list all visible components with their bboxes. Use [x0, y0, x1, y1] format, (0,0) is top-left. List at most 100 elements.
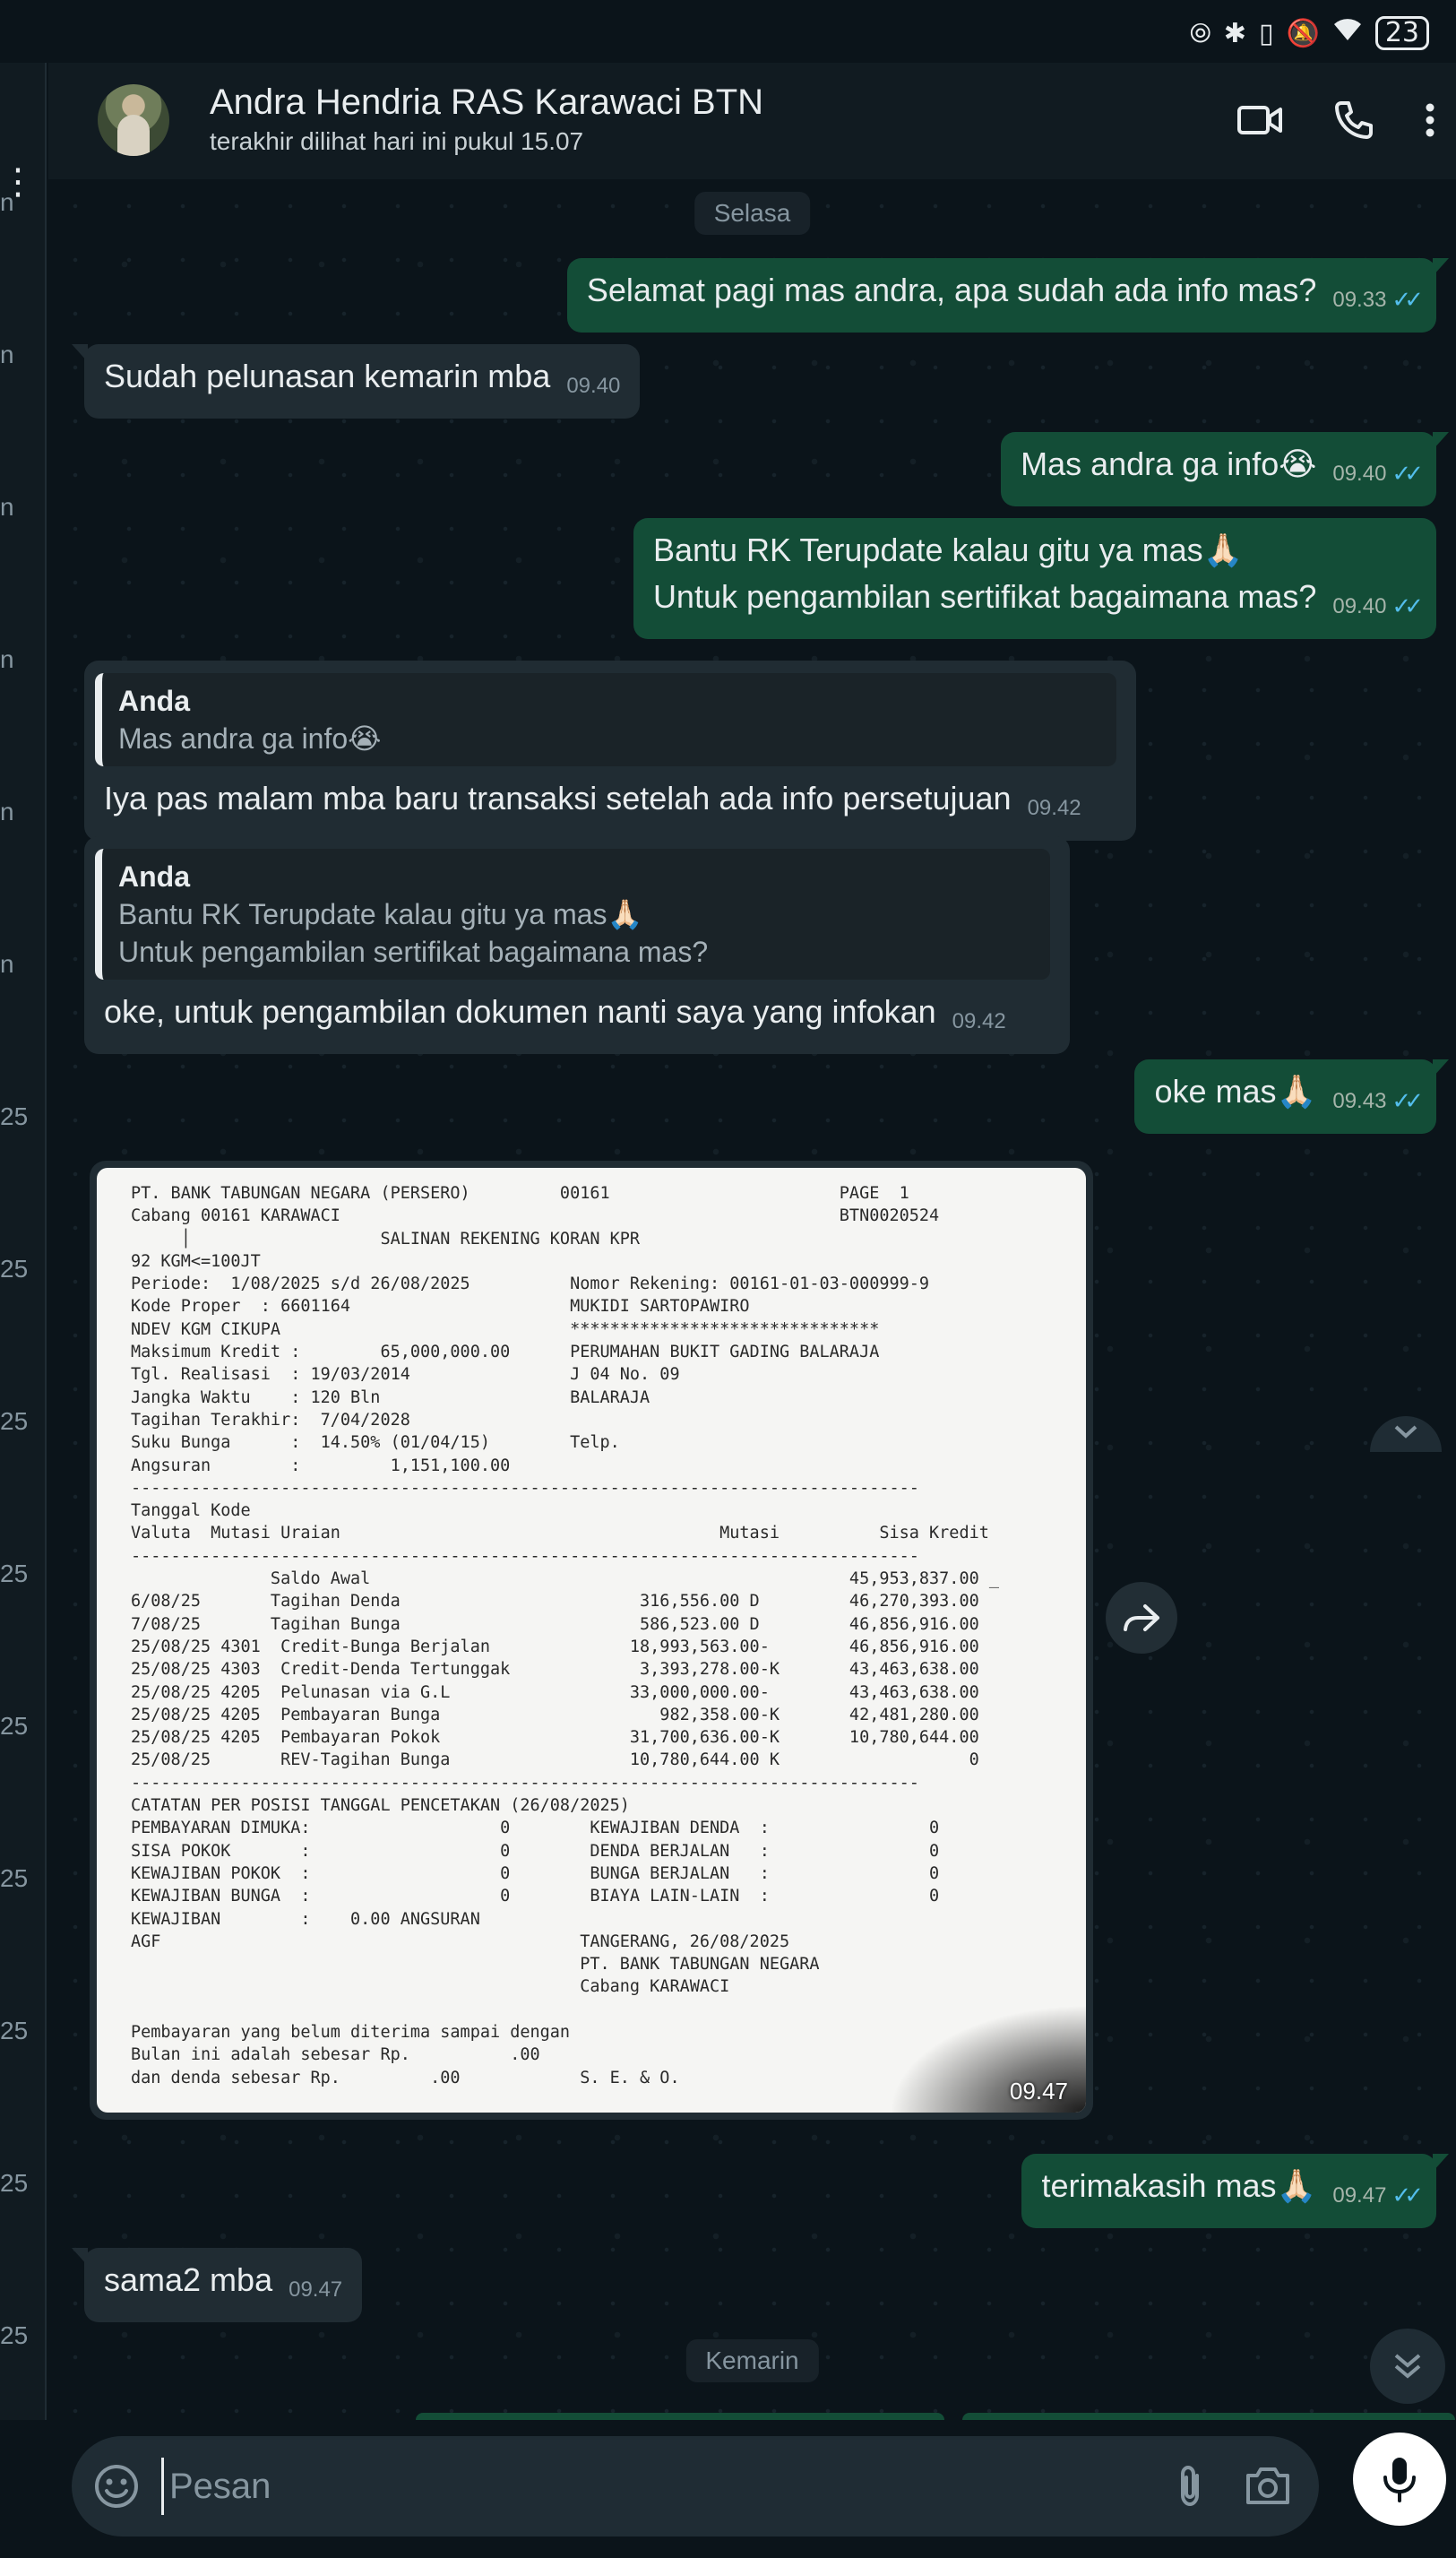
statement-line: ----------------------------------------… [131, 1773, 919, 1793]
statement-line: Valuta Mutasi Uraian Mutasi Sisa Kredit [131, 1524, 989, 1543]
outgoing-message[interactable]: Mas andra ga info😭 09.40 ✓✓ [1001, 432, 1449, 506]
edge-fragment: 25 [0, 1102, 29, 1130]
statement-line: KEWAJIBAN : 0.00 ANGSURAN [131, 1909, 480, 1929]
statement-line: KEWAJIBAN BUNGA : 0 BIAYA LAIN-LAIN : 0 [131, 1887, 940, 1906]
chat-header: Andra Hendria RAS Karawaci BTN terakhir … [48, 63, 1456, 179]
outgoing-message[interactable]: Bantu RK Terupdate kalau gitu ya mas🙏🏻 U… [633, 518, 1436, 639]
chevron-down-icon [1394, 1425, 1417, 1439]
message-composer [0, 2420, 1456, 2558]
message-time: 09.47 [1332, 2183, 1387, 2208]
incoming-message[interactable]: sama2 mba 09.47 [71, 2248, 363, 2322]
outgoing-message[interactable]: terimakasih mas🙏🏻 09.47 ✓✓ [1021, 2154, 1449, 2228]
nfc-icon: ⦾ [1189, 17, 1211, 49]
statement-line: AGF TANGERANG, 26/08/2025 [131, 1931, 790, 1951]
message-text-line: Bantu RK Terupdate kalau gitu ya mas🙏🏻 [652, 531, 1244, 568]
scroll-to-bottom-button[interactable] [1370, 2329, 1445, 2404]
outgoing-message[interactable]: oke mas🙏🏻 09.43 ✓✓ [1134, 1059, 1449, 1134]
mute-icon: 🔕 [1286, 17, 1320, 49]
status-icons: ⦾ ✱ ▯ 🔕 23 [1190, 16, 1429, 50]
input-bar [72, 2436, 1319, 2536]
statement-line: PT. BANK TABUNGAN NEGARA (PERSERO) 00161… [131, 1184, 909, 1203]
statement-line: CATATAN PER POSISI TANGGAL PENCETAKAN (2… [131, 1796, 630, 1816]
message-input[interactable] [161, 2458, 1057, 2515]
scroll-to-mention-button[interactable] [1370, 1416, 1442, 1452]
previous-screen-edge: ⋮ n n n n n n 25 25 25 25 25 25 25 25 25 [0, 63, 47, 2558]
bank-statement-image[interactable]: PT. BANK TABUNGAN NEGARA (PERSERO) 00161… [97, 1168, 1086, 2113]
vibrate-icon: ▯ [1258, 17, 1274, 49]
message-text: terimakasih mas🙏🏻 [1041, 2167, 1317, 2204]
message-text: sama2 mba [104, 2261, 273, 2298]
message-time: 09.47 [289, 2277, 343, 2302]
statement-line: 25/08/25 4205 Pelunasan via G.L 33,000,0… [131, 1682, 979, 1702]
quoted-text: Mas andra ga info😭 [118, 722, 382, 755]
incoming-reply-message[interactable]: Anda Mas andra ga info😭 Iya pas malam mb… [84, 661, 1136, 841]
message-text: Sudah pelunasan kemarin mba [104, 358, 551, 394]
statement-line: Tgl. Realisasi : 19/03/2014 J 04 No. 09 [131, 1365, 680, 1385]
statement-line: 6/08/25 Tagihan Denda 316,556.00 D 46,27… [131, 1592, 979, 1612]
video-camera-icon [1237, 106, 1282, 134]
more-options-button[interactable] [1401, 91, 1456, 149]
edge-fragment: n [0, 798, 14, 825]
statement-line: Jangka Waktu : 120 Bln BALARAJA [131, 1387, 650, 1407]
statement-line: 25/08/25 4301 Credit-Bunga Berjalan 18,9… [131, 1637, 979, 1656]
statement-line: SISA POKOK : 0 DENDA BERJALAN : 0 [131, 1841, 940, 1861]
statement-line: PEMBAYARAN DIMUKA: 0 KEWAJIBAN DENDA : 0 [131, 1819, 940, 1838]
edge-fragment: 25 [0, 2321, 29, 2349]
outgoing-message[interactable]: Selamat pagi mas andra, apa sudah ada in… [566, 258, 1450, 333]
message-time: 09.42 [952, 1009, 1006, 1033]
incoming-message[interactable]: Sudah pelunasan kemarin mba 09.40 [71, 344, 641, 419]
statement-line: ----------------------------------------… [131, 1546, 919, 1566]
statement-line: Maksimum Kredit : 65,000,000.00 PERUMAHA… [131, 1343, 880, 1362]
chat-messages-area[interactable]: Selasa Selamat pagi mas andra, apa sudah… [48, 179, 1456, 2420]
incoming-reply-message[interactable]: Anda Bantu RK Terupdate kalau gitu ya ma… [84, 836, 1070, 1054]
statement-line: 7/08/25 Tagihan Bunga 586,523.00 D 46,85… [131, 1614, 979, 1634]
quoted-message[interactable]: Anda Mas andra ga info😭 [95, 673, 1116, 766]
statement-line: Cabang KARAWACI [131, 1977, 730, 1997]
read-ticks-icon: ✓✓ [1391, 287, 1423, 314]
wifi-icon [1332, 17, 1363, 49]
statement-line: Angsuran : 1,151,100.00 [131, 1456, 511, 1475]
phone-icon [1335, 101, 1373, 139]
message-text: oke mas🙏🏻 [1154, 1073, 1317, 1110]
message-text: Selamat pagi mas andra, apa sudah ada in… [586, 272, 1317, 308]
edge-fragment: n [0, 341, 14, 368]
statement-line: ----------------------------------------… [131, 1478, 919, 1498]
quoted-text-line: Untuk pengambilan sertifikat bagaimana m… [118, 936, 709, 968]
emoji-button[interactable] [91, 2461, 142, 2511]
quoted-text-line: Bantu RK Terupdate kalau gitu ya mas🙏🏻 [118, 898, 643, 930]
edge-fragment: 25 [0, 1407, 29, 1435]
statement-line: Tanggal Kode [131, 1501, 251, 1521]
voice-call-button[interactable] [1325, 91, 1383, 149]
statement-line: 25/08/25 4205 Pembayaran Pokok 31,700,63… [131, 1728, 979, 1748]
message-time: 09.43 [1332, 1089, 1387, 1113]
statement-line: Kode Proper : 6601164 MUKIDI SARTOPAWIRO [131, 1297, 750, 1317]
statement-line: Saldo Awal 45,953,837.00 _ [131, 1569, 1000, 1589]
video-call-button[interactable] [1231, 91, 1288, 149]
statement-line: Cabang 00161 KARAWACI BTN0020524 [131, 1206, 940, 1226]
quoted-message[interactable]: Anda Bantu RK Terupdate kalau gitu ya ma… [95, 849, 1050, 980]
contact-name[interactable]: Andra Hendria RAS Karawaci BTN [210, 82, 763, 123]
incoming-image-message[interactable]: PT. BANK TABUNGAN NEGARA (PERSERO) 00161… [90, 1161, 1093, 2120]
attach-button[interactable] [1165, 2461, 1215, 2511]
statement-line: KEWAJIBAN POKOK : 0 BUNGA BERJALAN : 0 [131, 1863, 940, 1883]
statement-line: 25/08/25 REV-Tagihan Bunga 10,780,644.00… [131, 1750, 979, 1770]
read-ticks-icon: ✓✓ [1391, 593, 1423, 620]
camera-button[interactable] [1241, 2461, 1295, 2511]
statement-line: 25/08/25 4205 Pembayaran Bunga 982,358.0… [131, 1705, 979, 1724]
voice-message-button[interactable] [1353, 2433, 1446, 2526]
quoted-sender: Anda [118, 860, 190, 893]
more-vertical-icon [1426, 103, 1434, 137]
date-separator: Kemarin [685, 2339, 819, 2382]
contact-avatar[interactable] [98, 84, 169, 156]
message-text: Iya pas malam mba baru transaksi setelah… [104, 780, 1012, 817]
statement-line: 92 KGM<=100JT [131, 1251, 261, 1271]
message-time: 09.33 [1332, 288, 1387, 312]
edge-fragment: 25 [0, 1712, 29, 1740]
forward-button[interactable] [1106, 1582, 1177, 1654]
read-ticks-icon: ✓✓ [1391, 1088, 1423, 1115]
paperclip-icon [1181, 2465, 1199, 2507]
edge-fragment: n [0, 950, 14, 978]
date-separator: Selasa [694, 192, 811, 235]
double-chevron-down-icon [1394, 2354, 1421, 2379]
edge-fragment: 25 [0, 1255, 29, 1283]
